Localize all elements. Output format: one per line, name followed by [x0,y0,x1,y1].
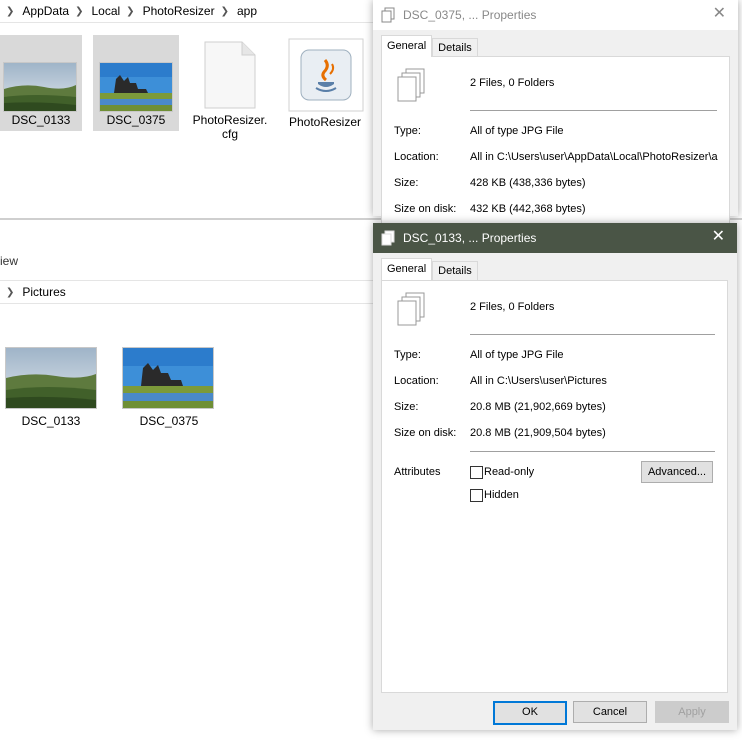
divider [470,451,715,452]
file-item-photoresizer-app[interactable]: PhotoResizer [282,35,368,131]
general-panel: 2 Files, 0 Folders Type: All of type JPG… [381,56,730,228]
chevron-right-icon: ❯ [126,5,135,17]
size-label: Size: [394,401,419,413]
tab-strip: General Details [381,35,478,58]
breadcrumb-label: app [237,4,258,18]
breadcrumb-item[interactable]: ❯ AppData [0,4,69,18]
tab-strip: General Details [381,258,478,281]
photo-thumbnail [5,347,97,409]
ribbon-tab-view[interactable]: iew [0,254,18,268]
size-label: Size: [394,177,419,189]
file-item-dsc-0375[interactable]: DSC_0375 [122,342,216,438]
multiple-files-icon [381,230,395,246]
hidden-checkbox[interactable] [470,489,483,502]
divider [470,110,717,111]
attributes-label: Attributes [394,466,441,478]
close-icon[interactable]: ✕ [712,229,725,245]
readonly-label[interactable]: Read-only [484,466,534,478]
location-value: All in C:\Users\user\AppData\Local\Photo… [470,151,718,163]
size-on-disk-value: 20.8 MB (21,909,504 bytes) [470,427,606,439]
chevron-right-icon: ❯ [75,5,84,17]
file-name: DSC_0133 [11,113,71,127]
type-label: Type: [394,349,421,361]
type-value: All of type JPG File [470,125,564,137]
properties-dialog-dsc-0375[interactable]: DSC_0375, ... Properties ✕ General Detai… [373,0,738,228]
breadcrumb: ❯ Pictures [0,280,380,304]
chevron-right-icon: ❯ [6,5,15,17]
breadcrumb-label: Pictures [22,285,66,299]
chevron-right-icon: ❯ [220,5,229,17]
file-item-photoresizer-cfg[interactable]: PhotoResizer. cfg [187,35,273,141]
breadcrumb-label: PhotoResizer [142,4,215,18]
general-panel: 2 Files, 0 Folders Type: All of type JPG… [381,280,728,693]
dialog-title: DSC_0133, ... Properties [403,231,537,245]
close-icon[interactable]: ✕ [713,6,726,22]
dialog-titlebar[interactable]: DSC_0133, ... Properties ✕ [373,223,737,253]
divider [470,334,715,335]
file-name: DSC_0375 [106,113,166,127]
file-item-dsc-0133[interactable]: DSC_0133 [4,342,98,438]
tab-general[interactable]: General [381,258,433,280]
photo-thumbnail [99,62,173,112]
size-value: 20.8 MB (21,902,669 bytes) [470,401,606,413]
file-item-dsc-0375[interactable]: DSC_0375 [93,35,179,131]
ok-button[interactable]: OK [493,701,567,725]
breadcrumb-label: AppData [22,4,70,18]
size-on-disk-label: Size on disk: [394,427,457,439]
tab-general[interactable]: General [381,35,433,57]
tab-details[interactable]: Details [432,261,478,280]
photo-thumbnail [122,347,214,409]
properties-dialog-dsc-0133[interactable]: DSC_0133, ... Properties ✕ General Detai… [373,223,737,730]
summary-value: 2 Files, 0 Folders [470,301,555,313]
summary-value: 2 Files, 0 Folders [470,77,555,89]
tab-details[interactable]: Details [432,38,478,57]
location-label: Location: [394,375,439,387]
breadcrumb-item[interactable]: ❯ app [215,4,257,18]
size-on-disk-value: 432 KB (442,368 bytes) [470,203,586,215]
type-label: Type: [394,125,421,137]
multiple-files-icon [381,7,395,23]
breadcrumb-item[interactable]: ❯ Local [69,4,120,18]
file-name: DSC_0375 [139,414,199,428]
breadcrumb-item[interactable]: ❯ PhotoResizer [120,4,214,18]
dialog-title: DSC_0375, ... Properties [403,8,537,22]
location-value: All in C:\Users\user\Pictures [470,375,607,387]
apply-button[interactable]: Apply [655,701,729,723]
location-label: Location: [394,151,439,163]
readonly-checkbox[interactable] [470,466,483,479]
advanced-button[interactable]: Advanced... [641,461,713,483]
file-item-dsc-0133[interactable]: DSC_0133 [0,35,82,131]
type-value: All of type JPG File [470,349,564,361]
file-name: DSC_0133 [21,414,81,428]
breadcrumb: ❯ AppData ❯ Local ❯ PhotoResizer ❯ app [0,0,380,23]
chevron-right-icon: ❯ [6,286,15,298]
file-name: PhotoResizer. cfg [192,113,268,141]
breadcrumb-label: Local [91,4,121,18]
size-on-disk-label: Size on disk: [394,203,457,215]
cancel-button[interactable]: Cancel [573,701,647,723]
multiple-files-icon [397,292,425,326]
java-app-icon [288,38,364,112]
breadcrumb-item[interactable]: ❯ Pictures [0,285,66,299]
file-name: PhotoResizer [288,115,362,129]
photo-thumbnail [3,62,77,112]
document-icon [204,41,256,109]
dialog-titlebar[interactable]: DSC_0375, ... Properties ✕ [373,0,738,30]
multiple-files-icon [397,68,425,102]
size-value: 428 KB (438,336 bytes) [470,177,586,189]
hidden-label[interactable]: Hidden [484,489,519,501]
